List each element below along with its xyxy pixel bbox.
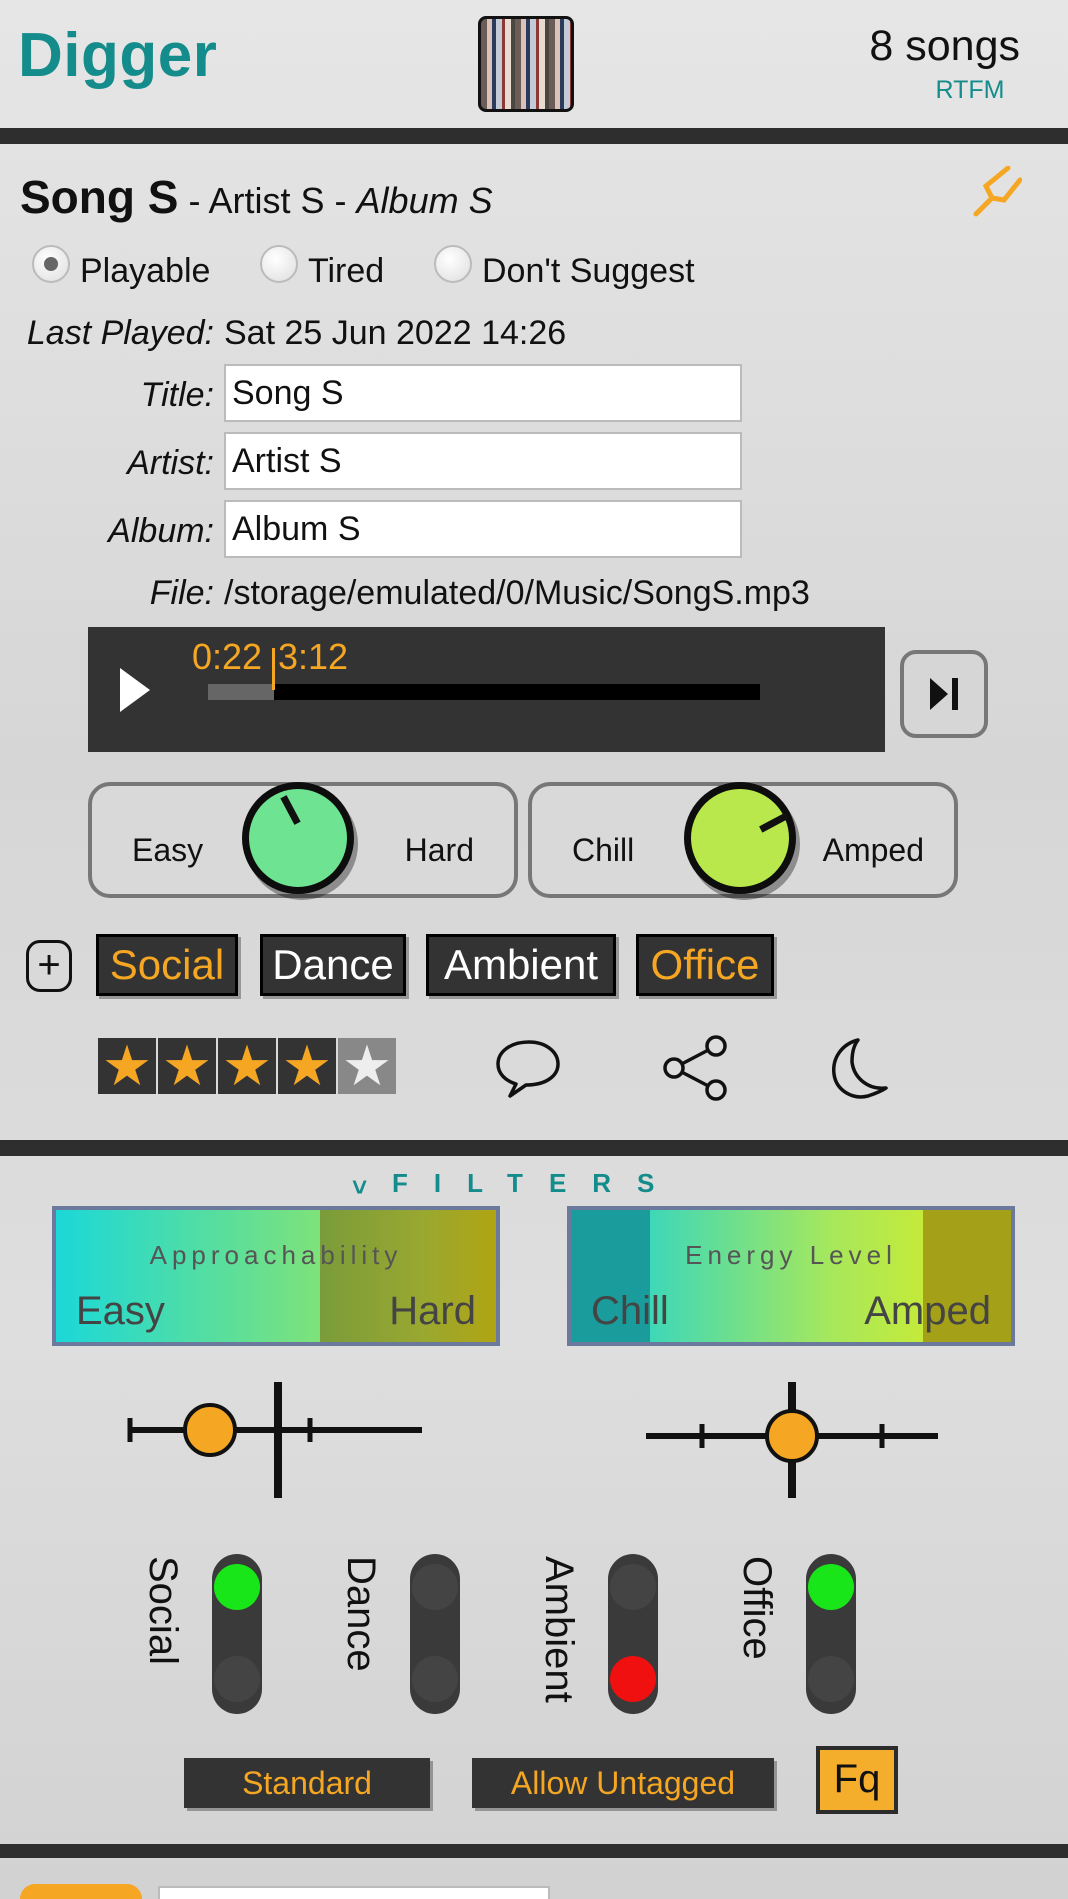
ambient-filter-label: Ambient [537,1556,581,1703]
knob-right-label: Hard [404,832,474,868]
last-played-label: Last Played: [26,314,214,352]
album-art-thumbnail[interactable] [478,16,574,112]
toggle-off-indicator [214,1656,260,1702]
divider [0,1844,1068,1858]
divider [0,1140,1068,1156]
artist-field[interactable]: Artist S [224,432,742,490]
rating-star-5[interactable]: ★ [338,1038,396,1094]
dance-filter-label: Dance [339,1556,383,1672]
rating-star-1[interactable]: ★ [98,1038,156,1094]
filters-title[interactable]: FILTERS [392,1168,680,1199]
comment-icon[interactable] [494,1036,564,1100]
playback-duration: 3:12 [278,636,349,677]
toggle-off-indicator [808,1656,854,1702]
song-heading: Song S - Artist S - Album S [20,170,493,224]
ambient-filter-toggle[interactable] [608,1554,658,1714]
status-dont-suggest-radio[interactable]: Don't Suggest [434,244,695,291]
filters-collapse-icon[interactable]: ˅ [352,1172,367,1203]
office-filter-toggle[interactable] [806,1554,856,1714]
radio-label: Tired [308,252,385,290]
seek-bar-progress [208,684,274,700]
social-filter-label: Social [141,1556,185,1665]
separator: - [188,180,201,221]
knob-pointer [280,795,301,825]
moon-icon[interactable] [822,1036,892,1102]
album-field[interactable]: Album S [224,500,742,558]
title-label: Title: [140,376,214,414]
skip-next-icon [930,678,958,710]
divider [0,128,1068,144]
tuning-fork-icon[interactable] [970,166,1022,218]
filter-right-label: Hard [389,1289,476,1333]
tag-office[interactable]: Office [636,934,774,996]
office-filter-label: Office [735,1556,779,1660]
allow-untagged-button[interactable]: Allow Untagged [472,1758,774,1808]
approachability-knob-panel: Easy Hard [88,782,518,898]
energy-range-slider[interactable] [636,1378,946,1502]
radio-label: Playable [80,252,211,290]
energy-level-filter[interactable]: Energy Level Chill Amped [567,1206,1015,1346]
filter-title: Energy Level [685,1240,897,1270]
help-link[interactable]: RTFM [920,76,1020,105]
seek-cursor[interactable] [272,648,275,690]
app-title: Digger [18,21,218,90]
file-path: /storage/emulated/0/Music/SongS.mp3 [224,574,810,612]
seek-bar[interactable] [208,684,760,700]
toggle-on-indicator [412,1564,458,1610]
album-label: Album: [108,512,214,550]
filter-left-label: Easy [76,1289,165,1333]
rating-star-2[interactable]: ★ [158,1038,216,1094]
song-album: Album S [356,180,493,221]
share-icon[interactable] [660,1034,732,1102]
toggle-on-indicator [214,1564,260,1610]
approachability-filter[interactable]: Approachability Easy Hard [52,1206,500,1346]
separator: - [334,180,347,221]
toggle-on-indicator [808,1564,854,1610]
song-title: Song S [20,171,179,223]
filter-right-label: Amped [864,1289,991,1333]
dance-filter-toggle[interactable] [410,1554,460,1714]
radio-indicator [260,244,298,283]
playback-position: 0:22 [192,636,263,677]
rating-star-3[interactable]: ★ [218,1038,276,1094]
song-count: 8 songs [869,22,1020,70]
approachability-knob[interactable] [242,782,354,894]
title-field[interactable]: Song S [224,364,742,422]
toggle-excluded-indicator [610,1656,656,1702]
fq-button[interactable]: Fq [816,1746,898,1814]
radio-label: Don't Suggest [482,252,695,290]
standard-button[interactable]: Standard [184,1758,430,1808]
knob-right-label: Amped [822,832,924,868]
tag-social[interactable]: Social [96,934,238,996]
approachability-range-slider[interactable] [120,1378,440,1502]
add-tag-button[interactable]: + [26,940,72,992]
play-icon[interactable] [120,668,150,712]
bottom-search-field[interactable] [158,1886,550,1899]
radio-indicator [434,244,472,283]
song-artist: Artist S [208,180,325,221]
knob-left-label: Chill [572,832,635,868]
status-playable-radio[interactable]: Playable [32,244,211,291]
filter-left-label: Chill [591,1289,669,1333]
knob-pointer [759,812,789,833]
tag-dance[interactable]: Dance [260,934,406,996]
radio-selected-indicator [32,244,70,283]
energy-knob-panel: Chill Amped [528,782,958,898]
rating-star-4[interactable]: ★ [278,1038,336,1094]
filter-title: Approachability [149,1240,403,1270]
artist-label: Artist: [127,444,214,482]
file-label: File: [149,574,214,612]
tag-ambient[interactable]: Ambient [426,934,616,996]
bottom-bar-logo[interactable] [20,1884,142,1899]
energy-knob[interactable] [684,782,796,894]
status-tired-radio[interactable]: Tired [260,244,385,291]
toggle-on-indicator [610,1564,656,1610]
social-filter-toggle[interactable] [212,1554,262,1714]
knob-left-label: Easy [132,832,204,868]
skip-next-button[interactable] [900,650,988,738]
last-played-value: Sat 25 Jun 2022 14:26 [224,314,567,352]
toggle-off-indicator [412,1656,458,1702]
